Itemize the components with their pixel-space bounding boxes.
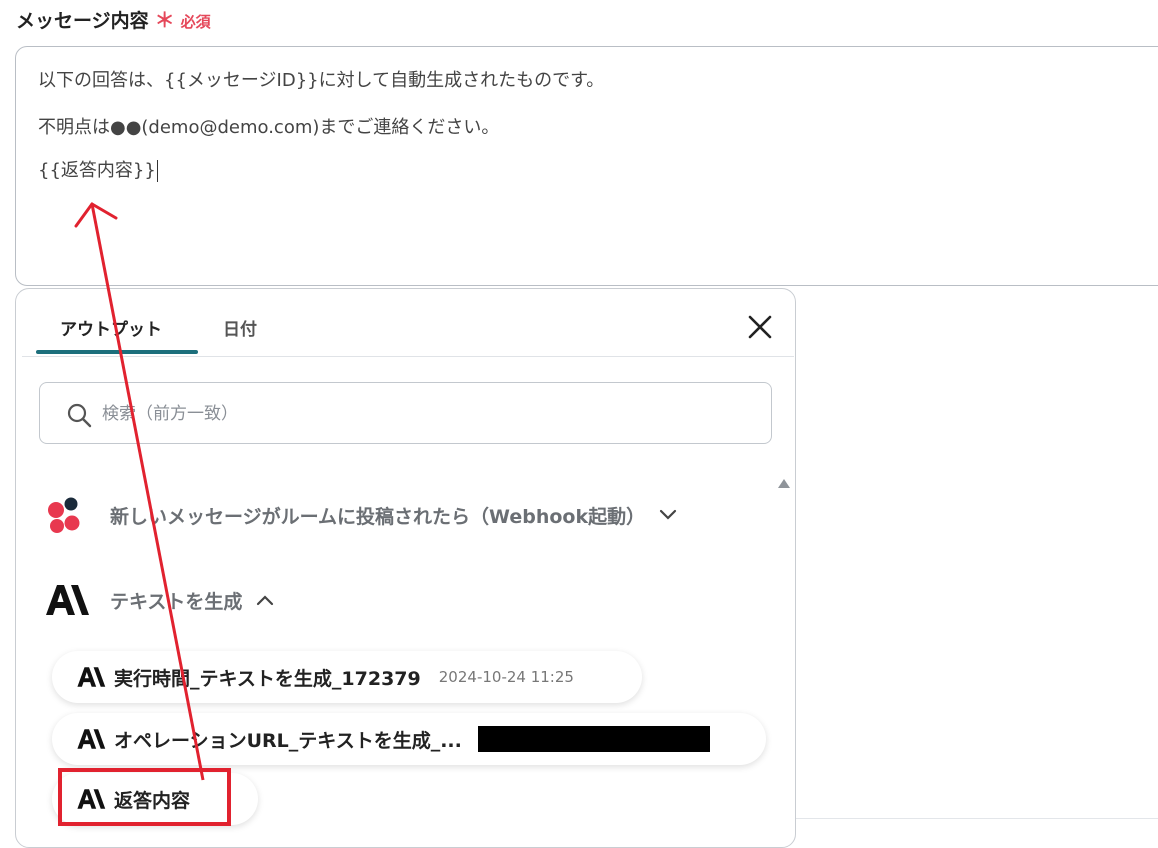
message-line-2: 不明点は●●(demo@demo.com)までご連絡ください。: [38, 117, 500, 138]
app-logo-icon: [48, 497, 80, 533]
search-input[interactable]: [100, 393, 744, 435]
search-box: [39, 382, 772, 444]
active-tab-indicator: [36, 350, 198, 354]
message-line-1: 以下の回答は、{{メッセージID}}に対して自動生成されたものです。: [38, 70, 605, 91]
output-item-exec-time[interactable]: 実行時間_テキストを生成_172379 2024-10-24 11:25: [52, 651, 642, 703]
tab-date[interactable]: 日付: [223, 315, 257, 340]
required-badge: 必須: [180, 13, 211, 31]
group-generate-text[interactable]: テキストを生成: [44, 583, 274, 617]
search-icon: [67, 403, 92, 428]
item-label: 実行時間_テキストを生成_172379: [114, 667, 421, 690]
chevron-down-icon: [659, 509, 677, 520]
group-webhook-trigger[interactable]: 新しいメッセージがルームに投稿されたら（Webhook起動）: [44, 495, 677, 535]
chevron-up-icon: [257, 595, 274, 606]
ai-logo-icon: [77, 729, 106, 749]
group-label-webhook: 新しいメッセージがルームに投稿されたら（Webhook起動）: [110, 505, 646, 528]
output-picker-panel: アウトプット 日付 新しいメッセージがルームに投稿されたら（Webhook起動）: [15, 288, 796, 848]
divider-line: [796, 818, 1158, 819]
message-line-3-text: {{返答内容}}: [38, 160, 156, 181]
message-line-3: {{返答内容}}: [38, 156, 158, 182]
close-icon: [748, 315, 772, 339]
output-item-operation-url[interactable]: オペレーションURL_テキストを生成_...: [52, 713, 766, 765]
tab-output[interactable]: アウトプット: [60, 315, 162, 340]
group-label-generate-text: テキストを生成: [110, 590, 243, 613]
tab-divider: [22, 356, 794, 357]
scroll-up-arrow[interactable]: [778, 479, 790, 488]
field-label-text: メッセージ内容: [16, 10, 149, 32]
item-value: 2024-10-24 11:25: [438, 668, 574, 686]
close-button[interactable]: [746, 313, 774, 341]
item-label: オペレーションURL_テキストを生成_...: [114, 729, 462, 752]
required-mark: ＊: [154, 8, 175, 32]
ai-logo-icon: [77, 667, 106, 687]
field-label: メッセージ内容 ＊ 必須: [16, 4, 211, 33]
text-caret: [156, 160, 158, 182]
ai-logo-icon: [46, 585, 89, 615]
annotation-highlight-box: [58, 768, 231, 826]
redacted-value: [477, 726, 710, 752]
